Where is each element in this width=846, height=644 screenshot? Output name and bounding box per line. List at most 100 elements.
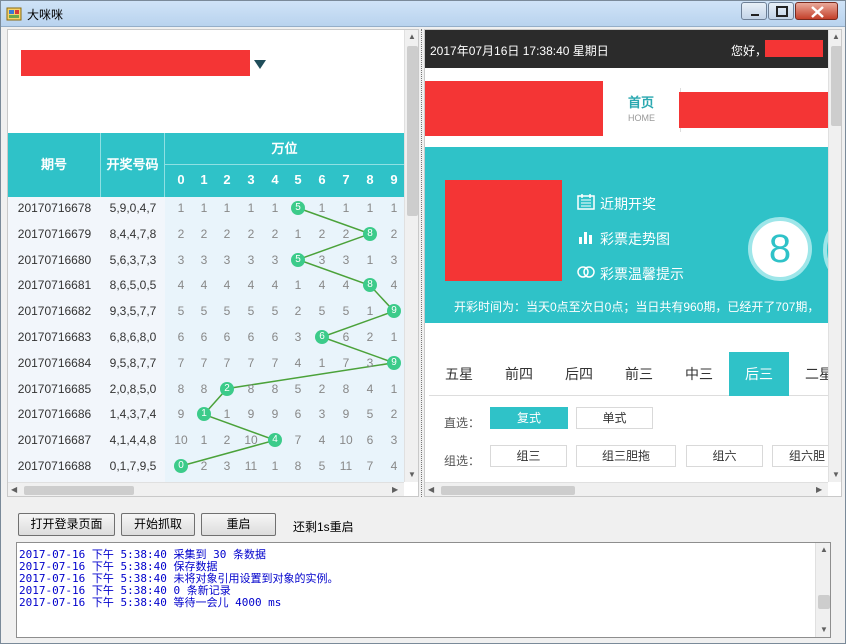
scroll-down-icon[interactable]: ▼	[820, 625, 828, 634]
hit-ball: 5	[291, 201, 305, 215]
miss-count-cell: 1	[390, 330, 398, 344]
site-top-bar: 2017年07月16日 17:38:40 星期日 您好，	[425, 30, 841, 68]
miss-count-cell: 5	[318, 459, 326, 473]
tab-wuxing[interactable]: 五星	[429, 352, 489, 396]
open-login-button[interactable]: 打开登录页面	[18, 513, 115, 536]
site-banner: 近期开奖 彩票走势图 彩票温馨提示 8 开彩时间为：当天0点至次日0点；当日共有…	[425, 147, 841, 323]
chevron-down-icon[interactable]	[254, 60, 266, 69]
scroll-down-icon[interactable]: ▼	[832, 470, 840, 479]
miss-count-cell: 5	[366, 407, 374, 422]
miss-count-cell: 9	[177, 407, 185, 422]
row-qihao: 20170716682	[17, 304, 92, 319]
header-qihao: 期号	[8, 133, 101, 197]
close-button[interactable]	[795, 2, 838, 20]
row-qihao: 20170716680	[17, 252, 92, 267]
miss-count-cell: 7	[200, 355, 208, 370]
miss-count-cell: 10	[244, 433, 258, 448]
greeting-text: 您好，	[731, 44, 768, 58]
miss-count-cell: 7	[294, 433, 302, 448]
trend-chart-link[interactable]: 彩票走势图	[600, 229, 670, 249]
window-title: 大咪咪	[27, 8, 64, 22]
row-qihao: 20170716687	[17, 433, 92, 448]
tab-qiansan[interactable]: 前三	[609, 352, 669, 396]
row-kaijiang: 8,6,5,0,5	[109, 278, 157, 293]
miss-count-cell: 5	[318, 304, 326, 319]
scroll-up-icon[interactable]: ▲	[820, 545, 828, 554]
miss-count-cell: 1	[318, 201, 326, 215]
miss-count-cell: 2	[318, 226, 326, 241]
option-danshi[interactable]: 单式	[576, 407, 653, 429]
miss-count-cell: 5	[342, 304, 350, 319]
miss-count-cell: 1	[366, 252, 374, 267]
log-textbox[interactable]: 2017-07-16 下午 5:38:40 采集到 30 条数据 2017-07…	[16, 542, 831, 638]
header-digit: 0	[177, 172, 185, 187]
option-zuliu[interactable]: 组六	[686, 445, 763, 467]
recent-draws-link[interactable]: 近期开奖	[600, 194, 656, 214]
row-kaijiang: 8,4,4,7,8	[109, 226, 157, 241]
scroll-down-icon[interactable]: ▼	[408, 470, 416, 479]
redacted-site-logo[interactable]	[425, 81, 603, 136]
miss-count-cell: 2	[223, 226, 231, 241]
miss-count-cell: 8	[294, 459, 302, 473]
miss-count-cell: 1	[247, 201, 255, 215]
option-fushi[interactable]: 复式	[490, 407, 568, 429]
start-fetch-button[interactable]: 开始抓取	[121, 513, 195, 536]
maximize-button[interactable]	[768, 2, 794, 20]
scroll-left-icon[interactable]: ◀	[11, 485, 17, 494]
miss-count-cell: 3	[223, 459, 231, 473]
vertical-scrollbar[interactable]: ▲ ▼	[404, 30, 418, 482]
miss-count-cell: 4	[390, 278, 398, 293]
restart-button[interactable]: 重启	[201, 513, 276, 536]
vertical-scrollbar[interactable]: ▲ ▼	[828, 30, 841, 482]
trend-browser-pane[interactable]: 期号 开奖号码 万位 0 1 2 3 4 5 6 7 8 9 201707166…	[7, 29, 419, 497]
app-icon	[6, 7, 22, 21]
redacted-nav-items[interactable]	[679, 92, 829, 128]
miss-count-cell: 1	[366, 304, 374, 319]
scroll-right-icon[interactable]: ▶	[816, 485, 822, 494]
miss-count-cell: 2	[223, 433, 231, 448]
tips-link[interactable]: 彩票温馨提示	[600, 264, 684, 284]
tab-housan[interactable]: 后三	[729, 352, 789, 396]
miss-count-cell: 3	[177, 252, 185, 267]
nav-home-link[interactable]: 首页	[628, 92, 654, 111]
miss-count-cell: 9	[271, 407, 279, 422]
minimize-button[interactable]	[741, 2, 767, 20]
option-zusan[interactable]: 组三	[490, 445, 567, 467]
tab-zhongsan[interactable]: 中三	[669, 352, 729, 396]
horizontal-scrollbar[interactable]: ◀ ▶	[8, 482, 404, 496]
miss-count-cell: 1	[200, 433, 208, 448]
scroll-thumb[interactable]	[407, 46, 418, 216]
close-icon	[811, 6, 824, 18]
pane-splitter[interactable]	[421, 29, 423, 497]
miss-count-cell: 4	[390, 459, 398, 473]
redacted-banner-image	[445, 180, 562, 281]
scroll-thumb[interactable]	[441, 486, 575, 495]
header-digit: 6	[318, 172, 326, 187]
row-kaijiang: 1,4,3,7,4	[109, 407, 157, 422]
tab-qiansi[interactable]: 前四	[489, 352, 549, 396]
horizontal-scrollbar[interactable]: ◀ ▶	[425, 482, 828, 496]
miss-count-cell: 6	[342, 330, 350, 344]
scroll-thumb[interactable]	[24, 486, 134, 495]
row-kaijiang: 9,3,5,7,7	[109, 304, 157, 319]
hit-ball: 5	[291, 252, 305, 267]
miss-count-cell: 7	[223, 355, 231, 370]
scroll-up-icon[interactable]: ▲	[408, 32, 416, 41]
scroll-left-icon[interactable]: ◀	[428, 485, 434, 494]
play-type-tabs: 五星 前四 后四 前三 中三 后三 二星	[429, 352, 833, 396]
scroll-up-icon[interactable]: ▲	[832, 32, 840, 41]
miss-count-cell: 1	[271, 459, 279, 473]
scroll-thumb[interactable]	[818, 595, 830, 609]
scroll-right-icon[interactable]: ▶	[392, 485, 398, 494]
scroll-thumb[interactable]	[831, 46, 841, 126]
miss-count-cell: 5	[223, 304, 231, 319]
miss-count-cell: 7	[366, 459, 374, 473]
miss-count-cell: 2	[247, 226, 255, 241]
vertical-scrollbar[interactable]: ▲ ▼	[815, 543, 830, 637]
tab-housi[interactable]: 后四	[549, 352, 609, 396]
option-zusan-dantuo[interactable]: 组三胆拖	[576, 445, 676, 467]
lottery-site-pane[interactable]: 2017年07月16日 17:38:40 星期日 您好， 首页 HOME 近期开…	[424, 29, 842, 497]
miss-count-cell: 5	[271, 304, 279, 319]
miss-count-cell: 3	[200, 252, 208, 267]
redacted-lottery-select[interactable]	[21, 50, 250, 76]
